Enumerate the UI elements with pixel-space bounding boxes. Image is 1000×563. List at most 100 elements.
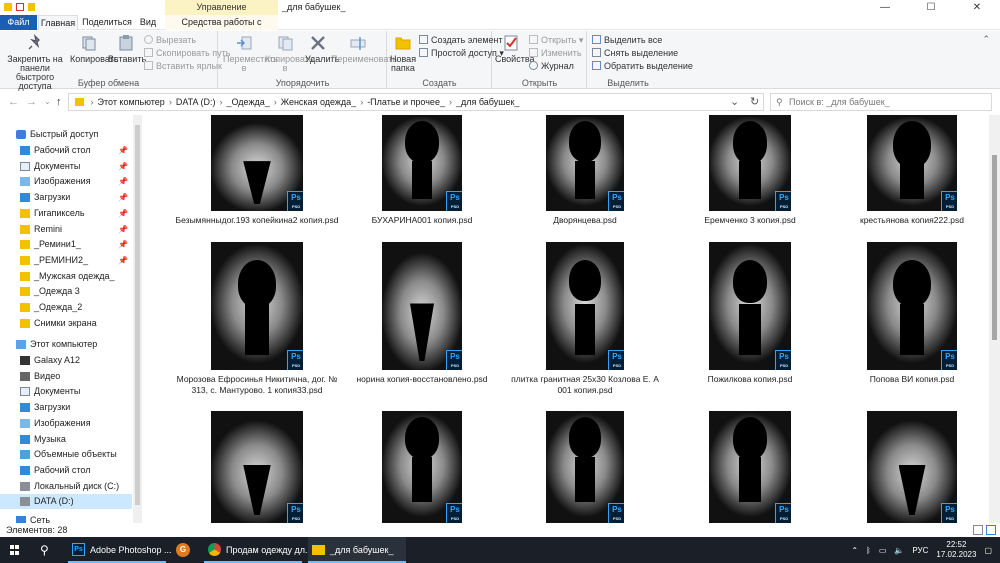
breadcrumb-separator-icon[interactable]: › (169, 97, 172, 107)
chevron-up-icon[interactable]: ⌃ (851, 546, 858, 555)
refresh-button[interactable]: ↻ (750, 95, 759, 108)
breadcrumb-separator-icon[interactable]: › (360, 97, 363, 107)
scroll-thumb[interactable] (992, 155, 997, 340)
navigation-scrollbar[interactable] (133, 115, 142, 523)
file-item[interactable]: Ps PSD (340, 411, 504, 523)
sidebar-item[interactable]: Объемные объекты (0, 447, 132, 462)
address-dropdown-button[interactable]: ⌄ (730, 95, 739, 108)
file-item[interactable]: Ps PSD Еремченко 3 копия.psd (668, 115, 832, 226)
sidebar-item[interactable]: Изображения 📌 (0, 174, 132, 189)
tab-file[interactable]: Файл (0, 15, 37, 30)
file-item[interactable]: Ps PSD норина копия-восстановлено.psd (340, 242, 504, 385)
search-input[interactable]: ⚲ Поиск в: _для бабушек_ (770, 93, 992, 111)
search-icon[interactable]: ⚲ (40, 537, 49, 563)
sidebar-item[interactable]: Локальный диск (C:) (0, 479, 132, 494)
large-icons-view-icon[interactable] (986, 525, 996, 535)
start-button[interactable] (10, 545, 20, 555)
sidebar-item[interactable]: Рабочий стол (0, 463, 132, 478)
sidebar-item[interactable]: Документы (0, 384, 132, 399)
scroll-thumb[interactable] (135, 125, 140, 505)
back-button[interactable]: ← (8, 96, 19, 108)
file-item[interactable]: Ps PSD (503, 411, 667, 523)
invert-selection-button[interactable]: Обратить выделение (592, 60, 693, 72)
breadcrumb-item[interactable]: DATA (D:) (176, 97, 216, 107)
delete-button[interactable]: Удалить (305, 34, 339, 64)
taskbar-app-explorer[interactable]: _для бабушек_ (308, 537, 406, 563)
details-view-icon[interactable] (973, 525, 983, 535)
paste-button[interactable]: Вставить (108, 34, 146, 64)
breadcrumb-item[interactable]: Этот компьютер (98, 97, 165, 107)
gigapixel-icon[interactable]: G (176, 543, 190, 557)
maximize-button[interactable]: ☐ (908, 0, 954, 15)
breadcrumb-separator-icon[interactable]: › (449, 97, 452, 107)
volume-icon[interactable]: 🔈 (894, 546, 904, 555)
sidebar-item[interactable]: Видео (0, 369, 132, 384)
file-item[interactable]: Ps PSD Попова ВИ копия.psd (830, 242, 988, 385)
sidebar-item[interactable]: Музыка (0, 432, 132, 447)
file-item[interactable]: Ps PSD (830, 411, 988, 523)
file-item[interactable]: Ps PSD Безымянныдог.193 копейкина2 копия.p… (175, 115, 339, 226)
network-icon[interactable]: ▭ (879, 546, 887, 555)
file-item[interactable]: Ps PSD (175, 411, 339, 523)
file-item[interactable]: Ps PSD плитка гранитная 25х30 Козлова Е. А… (503, 242, 667, 396)
recent-locations-button[interactable]: ⌄ (44, 97, 51, 106)
copy-button[interactable]: Копировать (70, 34, 118, 64)
manage-tab[interactable]: Управление (165, 0, 278, 15)
breadcrumb-separator-icon[interactable]: › (274, 97, 277, 107)
sidebar-item[interactable]: _Ремини1_ 📌 (0, 237, 132, 252)
bluetooth-icon[interactable]: ᛒ (866, 546, 871, 555)
breadcrumb-item[interactable]: Женская одежда_ (281, 97, 356, 107)
tab-home[interactable]: Главная (38, 15, 78, 30)
file-item[interactable]: Ps PSD (668, 411, 832, 523)
sidebar-item[interactable]: DATA (D:) (0, 494, 132, 510)
sidebar-item[interactable]: Рабочий стол 📌 (0, 143, 132, 158)
sidebar-item[interactable]: Remini 📌 (0, 222, 132, 237)
sidebar-item[interactable]: _РЕМИНИ2_ 📌 (0, 253, 132, 268)
taskbar-app-photoshop[interactable]: Ps Adobe Photoshop ... (68, 537, 172, 563)
breadcrumb-separator-icon[interactable]: › (91, 97, 94, 107)
copy-to-button[interactable]: Копировать в (265, 34, 313, 73)
taskbar-app-chrome[interactable]: Продам одежду дл... (204, 537, 312, 563)
edit-button[interactable]: Изменить (529, 47, 582, 59)
sidebar-item[interactable]: Изображения (0, 416, 132, 431)
sidebar-item-this-pc[interactable]: Этот компьютер (0, 337, 132, 352)
breadcrumb-item[interactable]: _Одежда_ (227, 97, 270, 107)
history-button[interactable]: Журнал (529, 60, 574, 72)
new-folder-icon[interactable] (28, 3, 35, 11)
breadcrumb-item[interactable]: -Платье и прочее_ (367, 97, 445, 107)
sidebar-item[interactable]: _Одежда_2 (0, 300, 132, 315)
file-item[interactable]: Ps PSD БУХАРИНА001 копия.psd (340, 115, 504, 226)
clock[interactable]: 22:52 17.02.2023 (936, 540, 976, 560)
sidebar-item[interactable]: Снимки экрана (0, 316, 132, 331)
tab-share[interactable]: Поделиться (82, 15, 132, 30)
sidebar-item[interactable]: _Мужская одежда_ (0, 269, 132, 284)
sidebar-item-network[interactable]: Сеть (0, 513, 132, 523)
sidebar-item[interactable]: Galaxy A12 (0, 353, 132, 368)
file-item[interactable]: Ps PSD Пожилкова копия.psd (668, 242, 832, 385)
cut-button[interactable]: Вырезать (144, 34, 196, 46)
rename-button[interactable]: Переименовать (331, 34, 397, 64)
language-indicator[interactable]: РУС (912, 546, 928, 555)
up-button[interactable]: ↑ (56, 96, 62, 108)
file-view-scrollbar[interactable] (989, 115, 1000, 523)
move-to-button[interactable]: Переместить в (223, 34, 278, 73)
sidebar-item[interactable]: Загрузки (0, 400, 132, 415)
breadcrumb-separator-icon[interactable]: › (220, 97, 223, 107)
sidebar-item[interactable]: Документы 📌 (0, 159, 132, 174)
select-all-button[interactable]: Выделить все (592, 34, 662, 46)
properties-button[interactable]: Свойства (495, 34, 535, 64)
new-folder-button[interactable]: Новая папка (390, 34, 416, 73)
easy-access-button[interactable]: Простой доступ ▾ (419, 47, 504, 59)
open-button[interactable]: Открыть ▾ (529, 34, 583, 46)
properties-icon[interactable] (16, 3, 24, 11)
collapse-ribbon-icon[interactable]: ⌃ (982, 34, 990, 45)
address-box[interactable]: › Этот компьютер › DATA (D:) › _Одежда_ › Женск… (68, 93, 764, 111)
close-button[interactable]: ✕ (954, 0, 1000, 15)
select-none-button[interactable]: Снять выделение (592, 47, 678, 59)
notifications-icon[interactable]: ▢ (984, 546, 992, 555)
breadcrumb-item[interactable]: _для бабушек_ (456, 97, 519, 107)
minimize-button[interactable]: — (862, 0, 908, 15)
sidebar-item[interactable]: _Одежда 3 (0, 284, 132, 299)
file-item[interactable]: Ps PSD Морозова Ефросинья Никитична, дог. … (175, 242, 339, 396)
sidebar-item[interactable]: Гигапиксель 📌 (0, 206, 132, 221)
